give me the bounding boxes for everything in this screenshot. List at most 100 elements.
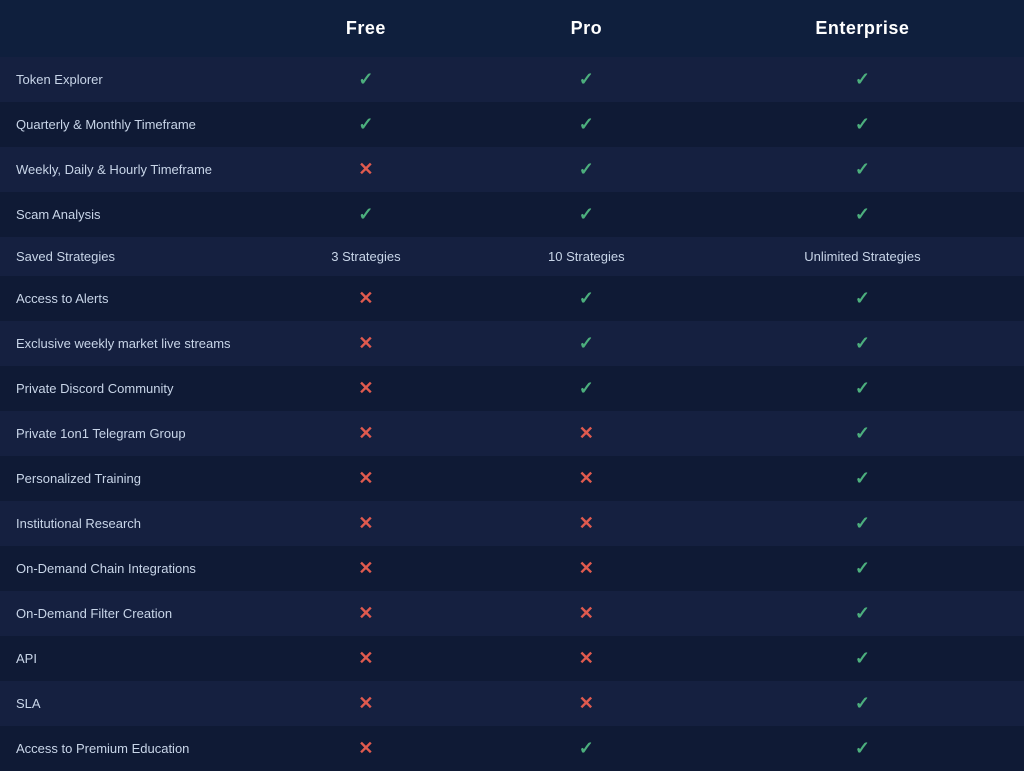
enterprise-cell: ✓ (701, 102, 1024, 147)
cross-icon: ✕ (358, 513, 373, 533)
cross-icon: ✕ (358, 288, 373, 308)
feature-cell: Access to Alerts (0, 276, 260, 321)
pro-cell: ✕ (472, 456, 701, 501)
pro-cell: ✓ (472, 276, 701, 321)
cross-icon: ✕ (358, 648, 373, 668)
enterprise-cell: ✓ (701, 636, 1024, 681)
free-cell: ✕ (260, 501, 472, 546)
feature-cell: Scam Analysis (0, 192, 260, 237)
cross-icon: ✕ (579, 648, 594, 668)
check-icon: ✓ (855, 513, 870, 533)
check-icon: ✓ (358, 204, 373, 224)
check-icon: ✓ (855, 159, 870, 179)
pro-cell: ✓ (472, 192, 701, 237)
table-row: SLA✕✕✓ (0, 681, 1024, 726)
check-icon: ✓ (855, 738, 870, 758)
check-icon: ✓ (579, 159, 594, 179)
feature-cell: Private Discord Community (0, 366, 260, 411)
cross-icon: ✕ (358, 378, 373, 398)
feature-cell: Weekly, Daily & Hourly Timeframe (0, 147, 260, 192)
feature-cell: Saved Strategies (0, 237, 260, 276)
enterprise-cell: ✓ (701, 57, 1024, 102)
check-icon: ✓ (855, 693, 870, 713)
pro-cell: ✓ (472, 102, 701, 147)
table-header: Free Pro Enterprise (0, 0, 1024, 57)
check-icon: ✓ (855, 423, 870, 443)
cross-icon: ✕ (579, 423, 594, 443)
pro-cell: ✕ (472, 591, 701, 636)
feature-cell: On-Demand Filter Creation (0, 591, 260, 636)
free-cell: ✓ (260, 102, 472, 147)
table-row: On-Demand Chain Integrations✕✕✓ (0, 546, 1024, 591)
pricing-table: Free Pro Enterprise Token Explorer✓✓✓Qua… (0, 0, 1024, 771)
check-icon: ✓ (579, 69, 594, 89)
table-row: On-Demand Filter Creation ✕ ✕ ✓ (0, 591, 1024, 636)
free-cell: ✕ (260, 681, 472, 726)
enterprise-cell: Unlimited Strategies (701, 237, 1024, 276)
pro-cell: ✕ (472, 681, 701, 726)
free-cell: ✕ (260, 636, 472, 681)
table-row: Quarterly & Monthly Timeframe ✓ ✓ ✓ (0, 102, 1024, 147)
enterprise-cell: ✓ (701, 147, 1024, 192)
enterprise-cell: ✓ (701, 411, 1024, 456)
feature-cell: On-Demand Chain Integrations (0, 546, 260, 591)
check-icon: ✓ (855, 648, 870, 668)
check-icon: ✓ (855, 378, 870, 398)
free-cell: ✕ (260, 321, 472, 366)
check-icon: ✓ (855, 288, 870, 308)
free-cell: ✕ (260, 456, 472, 501)
cross-icon: ✕ (358, 603, 373, 623)
pro-cell: ✕ (472, 546, 701, 591)
table-row: Exclusive weekly market live streams✕✓✓ (0, 321, 1024, 366)
enterprise-cell: ✓ (701, 321, 1024, 366)
feature-cell: Personalized Training (0, 456, 260, 501)
text-value: 10 Strategies (548, 249, 625, 264)
cross-icon: ✕ (579, 468, 594, 488)
enterprise-cell: ✓ (701, 591, 1024, 636)
free-column-header: Free (260, 0, 472, 57)
free-cell: ✓ (260, 192, 472, 237)
check-icon: ✓ (579, 288, 594, 308)
cross-icon: ✕ (579, 603, 594, 623)
check-icon: ✓ (579, 378, 594, 398)
free-cell: ✕ (260, 726, 472, 771)
feature-cell: API (0, 636, 260, 681)
cross-icon: ✕ (358, 558, 373, 578)
enterprise-cell: ✓ (701, 501, 1024, 546)
check-icon: ✓ (579, 333, 594, 353)
check-icon: ✓ (855, 333, 870, 353)
free-cell: ✕ (260, 366, 472, 411)
table-row: Token Explorer ✓ ✓ ✓ (0, 57, 1024, 102)
cross-icon: ✕ (579, 513, 594, 533)
feature-cell: Private 1on1 Telegram Group (0, 411, 260, 456)
pro-cell: ✕ (472, 636, 701, 681)
enterprise-cell: ✓ (701, 726, 1024, 771)
cross-icon: ✕ (358, 333, 373, 353)
table-row: API ✕ ✕ ✓ (0, 636, 1024, 681)
table-row: Access to Alerts ✕ ✓ ✓ (0, 276, 1024, 321)
pro-cell: ✓ (472, 366, 701, 411)
enterprise-cell: ✓ (701, 192, 1024, 237)
table-row: Institutional Research ✕ ✕ ✓ (0, 501, 1024, 546)
feature-column-header (0, 0, 260, 57)
cross-icon: ✕ (358, 423, 373, 443)
cross-icon: ✕ (579, 558, 594, 578)
check-icon: ✓ (358, 114, 373, 134)
feature-cell: Institutional Research (0, 501, 260, 546)
text-value: Unlimited Strategies (804, 249, 920, 264)
feature-cell: Token Explorer (0, 57, 260, 102)
free-cell: 3 Strategies (260, 237, 472, 276)
pro-column-header: Pro (472, 0, 701, 57)
check-icon: ✓ (579, 114, 594, 134)
check-icon: ✓ (855, 114, 870, 134)
check-icon: ✓ (358, 69, 373, 89)
check-icon: ✓ (579, 204, 594, 224)
check-icon: ✓ (855, 69, 870, 89)
free-cell: ✕ (260, 591, 472, 636)
table-row: Scam Analysis ✓ ✓ ✓ (0, 192, 1024, 237)
feature-cell: Quarterly & Monthly Timeframe (0, 102, 260, 147)
enterprise-column-header: Enterprise (701, 0, 1024, 57)
check-icon: ✓ (855, 204, 870, 224)
enterprise-cell: ✓ (701, 681, 1024, 726)
table-row: Access to Premium Education✕✓✓ (0, 726, 1024, 771)
